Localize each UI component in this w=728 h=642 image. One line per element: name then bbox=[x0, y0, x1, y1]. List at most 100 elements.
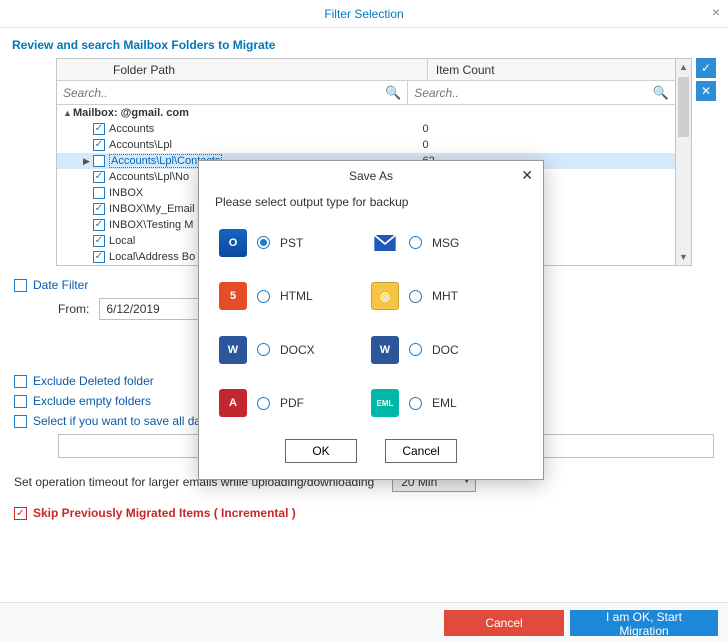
format-radio[interactable] bbox=[409, 290, 422, 303]
format-label: MSG bbox=[432, 236, 459, 250]
dialog-title: Save As bbox=[349, 169, 393, 183]
doc-icon: W bbox=[371, 336, 399, 364]
folder-label: Local\Address Bo bbox=[109, 251, 195, 263]
format-radio[interactable] bbox=[409, 343, 422, 356]
scroll-thumb[interactable] bbox=[678, 77, 689, 137]
search-icon[interactable]: 🔍 bbox=[653, 85, 669, 101]
eml-icon: EML bbox=[371, 389, 399, 417]
item-count: 0 bbox=[414, 123, 675, 135]
window-title-bar: Filter Selection × bbox=[0, 0, 728, 28]
format-option-html[interactable]: 5 HTML bbox=[219, 281, 371, 313]
row-checkbox[interactable] bbox=[93, 251, 105, 263]
exclude-empty-label: Exclude empty folders bbox=[33, 394, 151, 408]
format-option-msg[interactable]: MSG bbox=[371, 227, 523, 259]
format-label: HTML bbox=[280, 289, 313, 303]
dialog-title-bar: Save As ✕ bbox=[199, 161, 543, 191]
uncheck-all-button[interactable]: ✕ bbox=[696, 81, 716, 101]
section-title: Review and search Mailbox Folders to Mig… bbox=[0, 28, 728, 58]
row-checkbox[interactable] bbox=[93, 171, 105, 183]
docx-icon: W bbox=[219, 336, 247, 364]
exclude-deleted-checkbox[interactable] bbox=[14, 375, 27, 388]
row-checkbox[interactable] bbox=[93, 219, 105, 231]
scroll-up-icon[interactable]: ▲ bbox=[676, 59, 691, 75]
side-buttons: ✓ ✕ bbox=[696, 58, 716, 104]
save-all-checkbox[interactable] bbox=[14, 415, 27, 428]
folder-label: INBOX\My_Email bbox=[109, 203, 195, 215]
folder-label: Local bbox=[109, 235, 135, 247]
format-grid: O PST MSG 5 HTML ◎ MHT W DOCX W DOC A PDF EML EML bbox=[199, 219, 543, 427]
mht-icon: ◎ bbox=[371, 282, 399, 310]
format-option-pdf[interactable]: A PDF bbox=[219, 388, 371, 420]
format-label: MHT bbox=[432, 289, 458, 303]
format-option-doc[interactable]: W DOC bbox=[371, 334, 523, 366]
table-row[interactable]: ▲Mailbox: @gmail. com bbox=[57, 105, 675, 121]
modal-cancel-button[interactable]: Cancel bbox=[385, 439, 457, 463]
exclude-deleted-label: Exclude Deleted folder bbox=[33, 374, 154, 388]
format-label: DOC bbox=[432, 343, 459, 357]
format-option-mht[interactable]: ◎ MHT bbox=[371, 281, 523, 313]
col-header-path[interactable]: Folder Path bbox=[57, 59, 428, 80]
save-as-dialog: Save As ✕ Please select output type for … bbox=[198, 160, 544, 480]
footer: Cancel I am OK, Start Migration bbox=[0, 602, 728, 642]
close-icon[interactable]: ✕ bbox=[521, 167, 533, 184]
msg-icon bbox=[371, 229, 399, 257]
html-icon: 5 bbox=[219, 282, 247, 310]
row-checkbox[interactable] bbox=[93, 187, 105, 199]
row-checkbox[interactable] bbox=[93, 203, 105, 215]
row-checkbox[interactable] bbox=[93, 139, 105, 151]
skip-label: Skip Previously Migrated Items ( Increme… bbox=[33, 506, 296, 520]
folder-label: Accounts bbox=[109, 123, 154, 135]
skip-row: Skip Previously Migrated Items ( Increme… bbox=[14, 506, 714, 520]
format-radio[interactable] bbox=[409, 236, 422, 249]
close-icon[interactable]: × bbox=[712, 4, 720, 20]
grid-scrollbar[interactable]: ▲ ▼ bbox=[676, 58, 692, 266]
folder-label: Mailbox: @gmail. com bbox=[73, 107, 189, 119]
format-radio[interactable] bbox=[257, 236, 270, 249]
format-radio[interactable] bbox=[257, 343, 270, 356]
from-label: From: bbox=[58, 302, 89, 316]
col-header-count[interactable]: Item Count bbox=[428, 59, 675, 80]
expand-icon[interactable]: ▲ bbox=[63, 108, 73, 118]
format-radio[interactable] bbox=[409, 397, 422, 410]
start-migration-button[interactable]: I am OK, Start Migration bbox=[570, 610, 718, 636]
dialog-footer: OK Cancel bbox=[199, 427, 543, 479]
format-label: PST bbox=[280, 236, 303, 250]
scroll-down-icon[interactable]: ▼ bbox=[676, 249, 691, 265]
search-icon[interactable]: 🔍 bbox=[385, 85, 401, 101]
cancel-button[interactable]: Cancel bbox=[444, 610, 564, 636]
row-checkbox[interactable] bbox=[93, 235, 105, 247]
pdf-icon: A bbox=[219, 389, 247, 417]
format-radio[interactable] bbox=[257, 397, 270, 410]
search-path-input[interactable] bbox=[57, 84, 407, 102]
exclude-empty-checkbox[interactable] bbox=[14, 395, 27, 408]
expand-icon[interactable]: ▶ bbox=[83, 156, 93, 167]
folder-label: Accounts\Lpl bbox=[109, 139, 172, 151]
window-title: Filter Selection bbox=[324, 7, 403, 21]
format-option-docx[interactable]: W DOCX bbox=[219, 334, 371, 366]
item-count: 0 bbox=[414, 139, 675, 151]
format-label: EML bbox=[432, 396, 457, 410]
format-radio[interactable] bbox=[257, 290, 270, 303]
date-filter-label: Date Filter bbox=[33, 278, 88, 292]
table-row[interactable]: Accounts 0 bbox=[57, 121, 675, 137]
search-count-input[interactable] bbox=[408, 84, 675, 102]
pst-icon: O bbox=[219, 229, 247, 257]
folder-label: Accounts\Lpl\No bbox=[109, 171, 189, 183]
grid-search-row: 🔍 🔍 bbox=[57, 81, 675, 105]
ok-button[interactable]: OK bbox=[285, 439, 357, 463]
dialog-subtitle: Please select output type for backup bbox=[199, 191, 543, 219]
table-row[interactable]: Accounts\Lpl 0 bbox=[57, 137, 675, 153]
row-checkbox[interactable] bbox=[93, 155, 105, 167]
format-option-pst[interactable]: O PST bbox=[219, 227, 371, 259]
save-all-label: Select if you want to save all dat bbox=[33, 414, 204, 428]
date-filter-checkbox[interactable] bbox=[14, 279, 27, 292]
skip-checkbox[interactable] bbox=[14, 507, 27, 520]
format-label: DOCX bbox=[280, 343, 315, 357]
format-option-eml[interactable]: EML EML bbox=[371, 388, 523, 420]
folder-label: INBOX bbox=[109, 187, 143, 199]
folder-label: INBOX\Testing M bbox=[109, 219, 193, 231]
check-all-button[interactable]: ✓ bbox=[696, 58, 716, 78]
row-checkbox[interactable] bbox=[93, 123, 105, 135]
format-label: PDF bbox=[280, 396, 304, 410]
scroll-track[interactable] bbox=[676, 75, 691, 249]
